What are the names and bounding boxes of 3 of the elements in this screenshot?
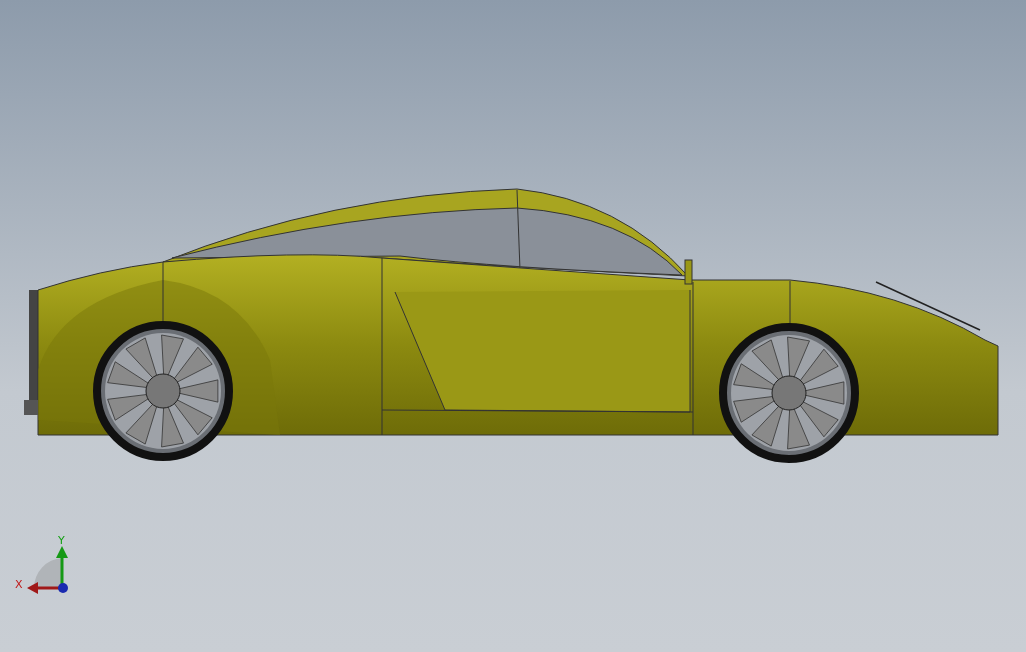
x-axis-label: X xyxy=(15,578,23,591)
y-axis-label: Y xyxy=(58,534,65,547)
axis-triad-drawing xyxy=(27,546,68,594)
